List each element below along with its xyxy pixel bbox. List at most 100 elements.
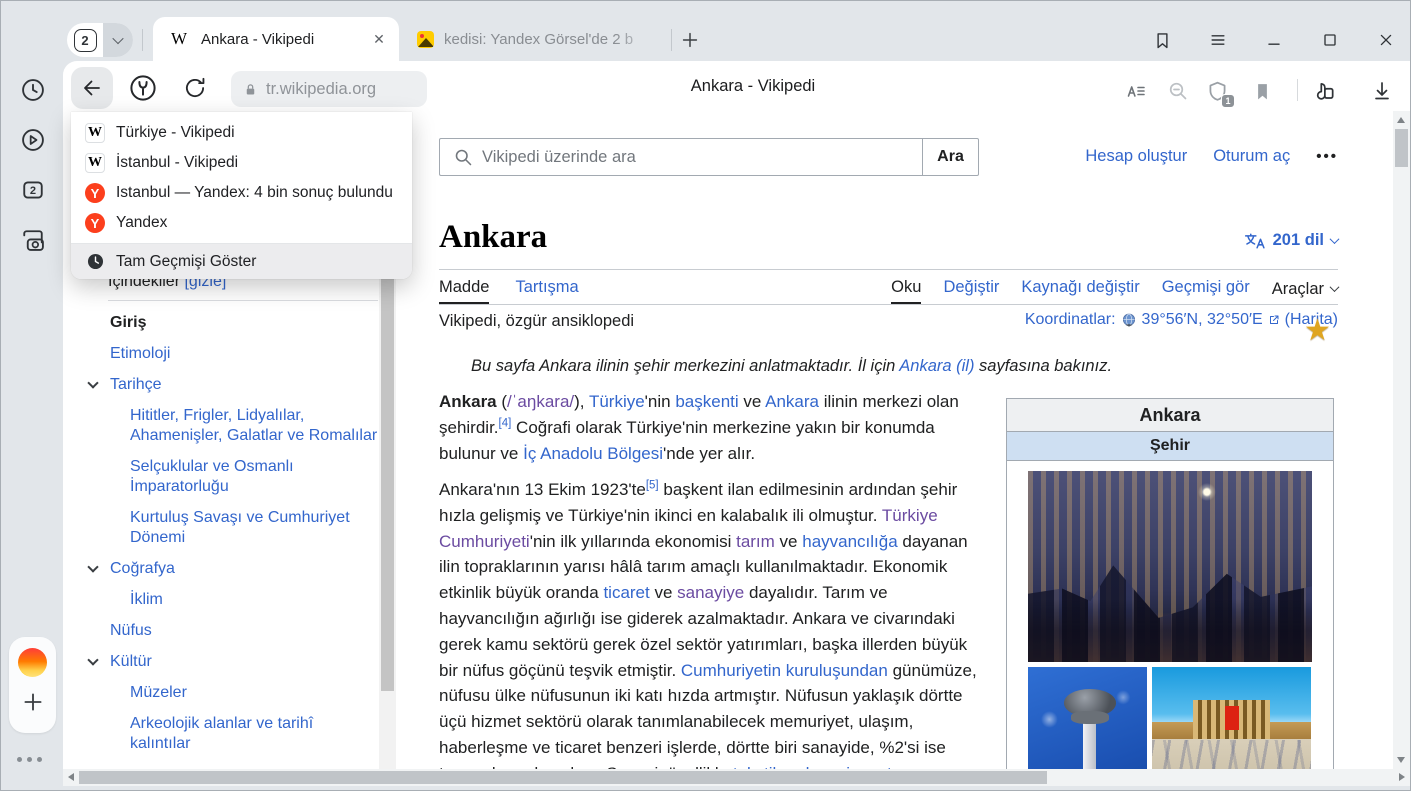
toc-item[interactable]: İklim [86, 590, 378, 610]
sidebar-apps-panel [9, 637, 56, 733]
user-menu-ellipsis[interactable]: ••• [1316, 148, 1338, 165]
protect-shield-button[interactable]: 1 [1203, 77, 1231, 105]
history-menu-item[interactable]: Wİstanbul - Vikipedi [71, 148, 412, 178]
chevron-down-icon[interactable] [87, 561, 98, 572]
languages-button[interactable]: 201 dil [1181, 231, 1338, 250]
chevron-down-icon [1330, 234, 1340, 244]
vertical-scrollbar-thumb[interactable] [1395, 129, 1408, 167]
scroll-down-arrow[interactable] [1397, 757, 1405, 763]
vertical-scrollbar[interactable] [1393, 111, 1410, 769]
article-tab-oku[interactable]: Oku [891, 278, 921, 305]
tab-yandex-gorsel[interactable]: kedisi: Yandex Görsel'de 2 b [405, 17, 669, 61]
coordinates-label[interactable]: Koordinatlar: [1025, 311, 1116, 329]
tab-ankara-vikipedi[interactable]: W Ankara - Vikipedi ✕ [153, 17, 399, 61]
history-menu-item[interactable]: YIstanbul — Yandex: 4 bin sonuç bulundu [71, 178, 412, 208]
toc-item[interactable]: Nüfus [86, 621, 378, 641]
show-full-history-item[interactable]: Tam Geçmişi Göster [71, 244, 412, 279]
toc-item: Giriş [86, 313, 378, 333]
toc-item-label: Giriş [110, 314, 146, 331]
tab-list-dropdown[interactable] [103, 23, 133, 57]
chevron-down-icon[interactable] [87, 377, 98, 388]
article-tab-ge-mi-i-g-r[interactable]: Geçmişi gör [1162, 278, 1250, 305]
toc-item-label: Nüfus [110, 622, 152, 639]
download-icon [1370, 79, 1394, 103]
address-bar[interactable]: tr.wikipedia.org [231, 71, 427, 107]
article-tab-de-i-tir[interactable]: Değiştir [943, 278, 999, 305]
bookmarks-panel-button[interactable] [1147, 25, 1177, 55]
zoom-button[interactable] [1165, 78, 1191, 104]
history-menu-item[interactable]: WTürkiye - Vikipedi [71, 118, 412, 148]
toc-scrollbar[interactable] [379, 271, 396, 769]
wiki-link[interactable]: Cumhuriyetin kuruluşundan [681, 661, 888, 680]
text-segment: Ankara [439, 392, 497, 411]
horizontal-scrollbar[interactable] [63, 769, 1410, 786]
downloads-button[interactable] [1369, 78, 1395, 104]
wiki-link[interactable]: [4] [499, 417, 512, 429]
wiki-link[interactable]: tarım [736, 532, 775, 551]
browser-window: 2 2 W Ankara - Vikipedi ✕ kedisi: Yandex… [0, 0, 1411, 791]
toc-item[interactable]: Hititler, Frigler, Lidyalılar, Ahamenişl… [86, 406, 378, 446]
sidebar-more-button[interactable] [17, 757, 42, 762]
featured-article-star-icon[interactable]: ★ [1304, 313, 1331, 348]
collections-button[interactable] [1309, 77, 1339, 107]
wiki-link[interactable]: başkenti [675, 392, 738, 411]
scroll-left-arrow[interactable] [68, 773, 74, 781]
text-segment: ( [497, 392, 507, 411]
tab-close-icon[interactable]: ✕ [369, 29, 389, 49]
reload-button[interactable] [181, 74, 209, 102]
maximize-button[interactable] [1315, 25, 1345, 55]
toc-item[interactable]: Müzeler [86, 683, 378, 703]
external-link-icon [1268, 314, 1280, 326]
history-menu-item[interactable]: YYandex [71, 208, 412, 238]
minimize-button[interactable] [1259, 25, 1289, 55]
user-link-oturum-a-[interactable]: Oturum aç [1213, 147, 1290, 166]
wiki-link[interactable]: /ˈaŋkara/ [507, 392, 574, 411]
coordinates-value[interactable]: 39°56′N, 32°50′E [1142, 311, 1263, 329]
user-link-hesap-olu-tur[interactable]: Hesap oluştur [1085, 147, 1187, 166]
toc-item[interactable]: Kurtuluş Savaşı ve Cumhuriyet Dönemi [86, 508, 378, 548]
toc-item[interactable]: Selçuklular ve Osmanlı İmparatorluğu [86, 457, 378, 497]
new-tab-button[interactable] [677, 27, 703, 53]
chevron-down-icon[interactable] [87, 654, 98, 665]
browser-menu-button[interactable] [1203, 25, 1233, 55]
toc-item[interactable]: Coğrafya [86, 559, 378, 579]
toc-item[interactable]: Arkeolojik alanlar ve tarihî kalıntılar [86, 714, 378, 754]
wiki-link[interactable]: hayvancılığa [802, 532, 897, 551]
history-sidebar-button[interactable] [18, 75, 48, 105]
article-tab-madde[interactable]: Madde [439, 278, 489, 305]
wiki-link[interactable]: sanayiye [677, 583, 744, 602]
wiki-link[interactable]: ticaret [603, 583, 649, 602]
wiki-link[interactable]: İç Anadolu Bölgesi [523, 444, 663, 463]
scroll-up-arrow[interactable] [1397, 117, 1405, 123]
yandex-home-button[interactable] [127, 72, 159, 104]
back-history-menu: WTürkiye - VikipediWİstanbul - VikipediY… [71, 112, 412, 279]
toc-item[interactable]: Etimoloji [86, 344, 378, 364]
wiki-search-input[interactable] [439, 138, 922, 176]
tab-counter-pill[interactable]: 2 [67, 23, 133, 57]
toc-item[interactable]: Tarihçe [86, 375, 378, 395]
infobox-image-cityscape[interactable] [1028, 471, 1312, 662]
wiki-link[interactable]: Türkiye [589, 392, 645, 411]
article-tab-tart-ma[interactable]: Tartışma [515, 278, 578, 305]
toc-scrollbar-thumb[interactable] [381, 273, 394, 691]
wiki-link[interactable]: Ankara (il) [899, 357, 974, 375]
close-window-button[interactable] [1371, 25, 1401, 55]
article-tab-kayna-de-i-tir[interactable]: Kaynağı değiştir [1021, 278, 1139, 305]
scroll-right-arrow[interactable] [1399, 773, 1405, 781]
bookmark-button[interactable] [1249, 78, 1275, 104]
wiki-link[interactable]: Ankara [765, 392, 819, 411]
wiki-link[interactable]: [5] [646, 479, 659, 491]
lock-icon [243, 81, 258, 98]
video-sidebar-button[interactable] [18, 125, 48, 155]
yandex-mail-icon[interactable] [18, 648, 47, 677]
back-button[interactable] [71, 67, 113, 109]
screenshot-sidebar-button[interactable] [18, 225, 48, 255]
tabs-sidebar-button[interactable]: 2 [18, 175, 48, 205]
horizontal-scrollbar-thumb[interactable] [79, 771, 1047, 784]
article-title: Ankara [439, 219, 547, 256]
reader-mode-button[interactable] [1123, 78, 1149, 104]
article-tab-ara-lar[interactable]: Araçlar [1272, 278, 1338, 305]
text-segment: Ankara'nın 13 Ekim 1923'te [439, 480, 646, 499]
toc-item[interactable]: Kültür [86, 652, 378, 672]
add-app-button[interactable] [20, 689, 46, 715]
